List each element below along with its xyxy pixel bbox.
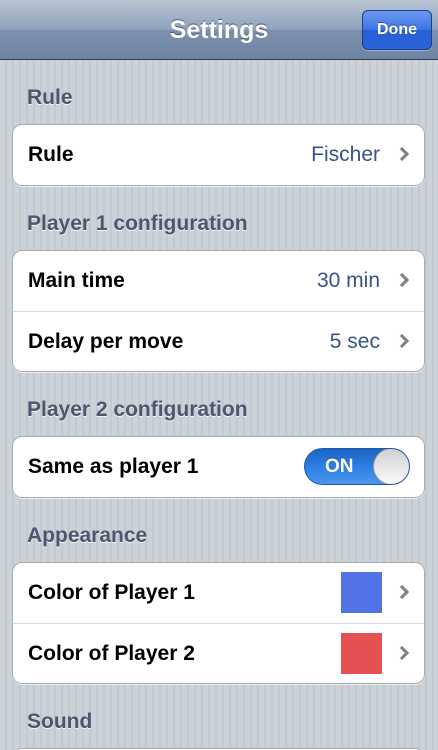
same-as-player1-label: Same as player 1 bbox=[28, 455, 199, 478]
color-player1-row[interactable]: Color of Player 1 bbox=[13, 563, 424, 623]
color-player1-swatch bbox=[341, 572, 382, 613]
rule-row[interactable]: Rule Fischer bbox=[13, 125, 424, 185]
section-header-appearance: Appearance bbox=[27, 524, 148, 547]
rule-group: Rule Fischer bbox=[12, 124, 425, 186]
same-as-player1-toggle[interactable]: ON bbox=[304, 448, 410, 485]
section-header-player2: Player 2 configuration bbox=[27, 398, 248, 421]
main-time-row[interactable]: Main time 30 min bbox=[13, 251, 424, 311]
player1-group: Main time 30 min Delay per move 5 sec bbox=[12, 250, 425, 372]
rule-value: Fischer bbox=[311, 143, 380, 166]
color-player2-swatch bbox=[341, 633, 382, 674]
chevron-right-icon bbox=[394, 584, 410, 600]
section-header-sound: Sound bbox=[27, 710, 93, 733]
player2-group: Same as player 1 ON bbox=[12, 436, 425, 498]
color-player1-label: Color of Player 1 bbox=[28, 581, 195, 604]
main-time-value: 30 min bbox=[316, 269, 380, 292]
section-header-rule: Rule bbox=[27, 86, 73, 109]
toggle-state-text: ON bbox=[325, 456, 354, 477]
chevron-right-icon bbox=[394, 272, 410, 288]
chevron-right-icon bbox=[394, 645, 410, 661]
color-player2-row[interactable]: Color of Player 2 bbox=[13, 623, 424, 683]
chevron-right-icon bbox=[394, 146, 410, 162]
toggle-knob[interactable] bbox=[373, 449, 409, 484]
same-as-player1-row: Same as player 1 ON bbox=[13, 437, 424, 497]
delay-per-move-value: 5 sec bbox=[329, 330, 380, 353]
delay-per-move-row[interactable]: Delay per move 5 sec bbox=[13, 311, 424, 371]
delay-per-move-label: Delay per move bbox=[28, 330, 184, 353]
main-time-label: Main time bbox=[28, 269, 125, 292]
rule-label: Rule bbox=[28, 143, 74, 166]
navigation-bar: Settings Done bbox=[0, 0, 438, 60]
done-button[interactable]: Done bbox=[362, 10, 432, 50]
section-header-player1: Player 1 configuration bbox=[27, 212, 248, 235]
color-player2-label: Color of Player 2 bbox=[28, 642, 195, 665]
appearance-group: Color of Player 1 Color of Player 2 bbox=[12, 562, 425, 684]
chevron-right-icon bbox=[394, 333, 410, 349]
